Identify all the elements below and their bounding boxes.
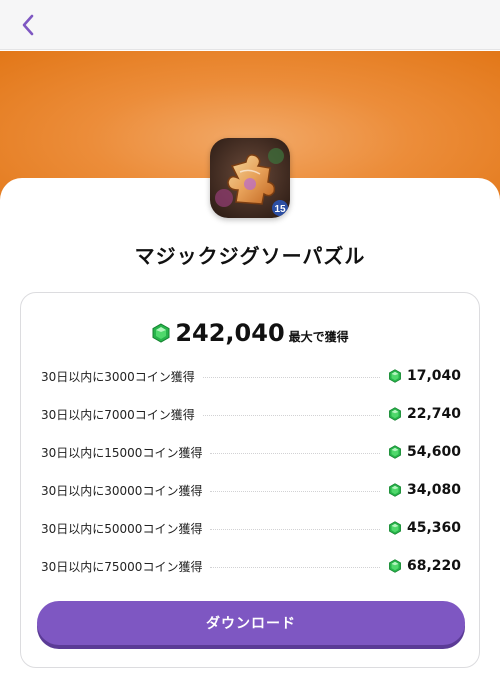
reward-label: 30日以内に7000コイン獲得 <box>41 407 195 422</box>
green-gem-icon <box>152 323 170 343</box>
dotted-leader <box>202 414 380 416</box>
green-gem-icon <box>389 483 401 497</box>
dotted-leader <box>210 528 380 530</box>
puzzle-piece-icon: 15 <box>210 138 290 218</box>
dotted-leader <box>202 376 380 378</box>
reward-amount: 22,740 <box>388 406 461 422</box>
reward-value: 54,600 <box>406 444 461 460</box>
reward-value: 68,220 <box>406 558 461 574</box>
dotted-leader <box>210 452 380 454</box>
reward-amount: 34,080 <box>388 482 461 498</box>
green-gem-icon <box>389 369 401 383</box>
reward-amount: 68,220 <box>388 558 461 574</box>
dotted-leader <box>210 566 380 568</box>
reward-label: 30日以内に75000コイン獲得 <box>41 559 203 574</box>
green-gem-icon <box>389 559 401 573</box>
reward-label: 30日以内に3000コイン獲得 <box>41 369 195 384</box>
app-icon: 15 <box>210 138 290 218</box>
reward-row: 30日以内に50000コイン獲得 45,360 <box>41 509 461 547</box>
reward-value: 45,360 <box>406 520 461 536</box>
reward-label: 30日以内に15000コイン獲得 <box>41 445 203 460</box>
reward-amount: 17,040 <box>388 368 461 384</box>
green-gem-icon <box>389 445 401 459</box>
download-button-label: ダウンロード <box>206 616 296 632</box>
green-gem-icon <box>389 521 401 535</box>
total-caption: 最大で獲得 <box>288 330 349 344</box>
rewards-card: 242,040 最大で獲得 30日以内に3000コイン獲得 17,040 30日… <box>20 292 480 668</box>
reward-row: 30日以内に15000コイン獲得 54,600 <box>41 433 461 471</box>
reward-value: 17,040 <box>406 368 461 384</box>
dotted-leader <box>210 490 380 492</box>
reward-label: 30日以内に30000コイン獲得 <box>41 483 203 498</box>
chevron-left-icon <box>22 14 34 36</box>
reward-value: 22,740 <box>406 406 461 422</box>
total-amount: 242,040 <box>175 319 285 347</box>
reward-amount: 54,600 <box>388 444 461 460</box>
download-button[interactable]: ダウンロード <box>37 601 465 645</box>
reward-list: 30日以内に3000コイン獲得 17,040 30日以内に7000コイン獲得 2… <box>41 357 461 585</box>
reward-row: 30日以内に3000コイン獲得 17,040 <box>41 357 461 395</box>
reward-row: 30日以内に7000コイン獲得 22,740 <box>41 395 461 433</box>
reward-amount: 45,360 <box>388 520 461 536</box>
reward-row: 30日以内に75000コイン獲得 68,220 <box>41 547 461 585</box>
top-bar <box>0 0 500 50</box>
app-title: マジックジグソーパズル <box>134 244 366 268</box>
reward-value: 34,080 <box>406 482 461 498</box>
green-gem-icon <box>389 407 401 421</box>
back-button[interactable] <box>12 10 44 40</box>
total-reward: 242,040 最大で獲得 <box>21 319 479 347</box>
reward-label: 30日以内に50000コイン獲得 <box>41 521 203 536</box>
reward-row: 30日以内に30000コイン獲得 34,080 <box>41 471 461 509</box>
